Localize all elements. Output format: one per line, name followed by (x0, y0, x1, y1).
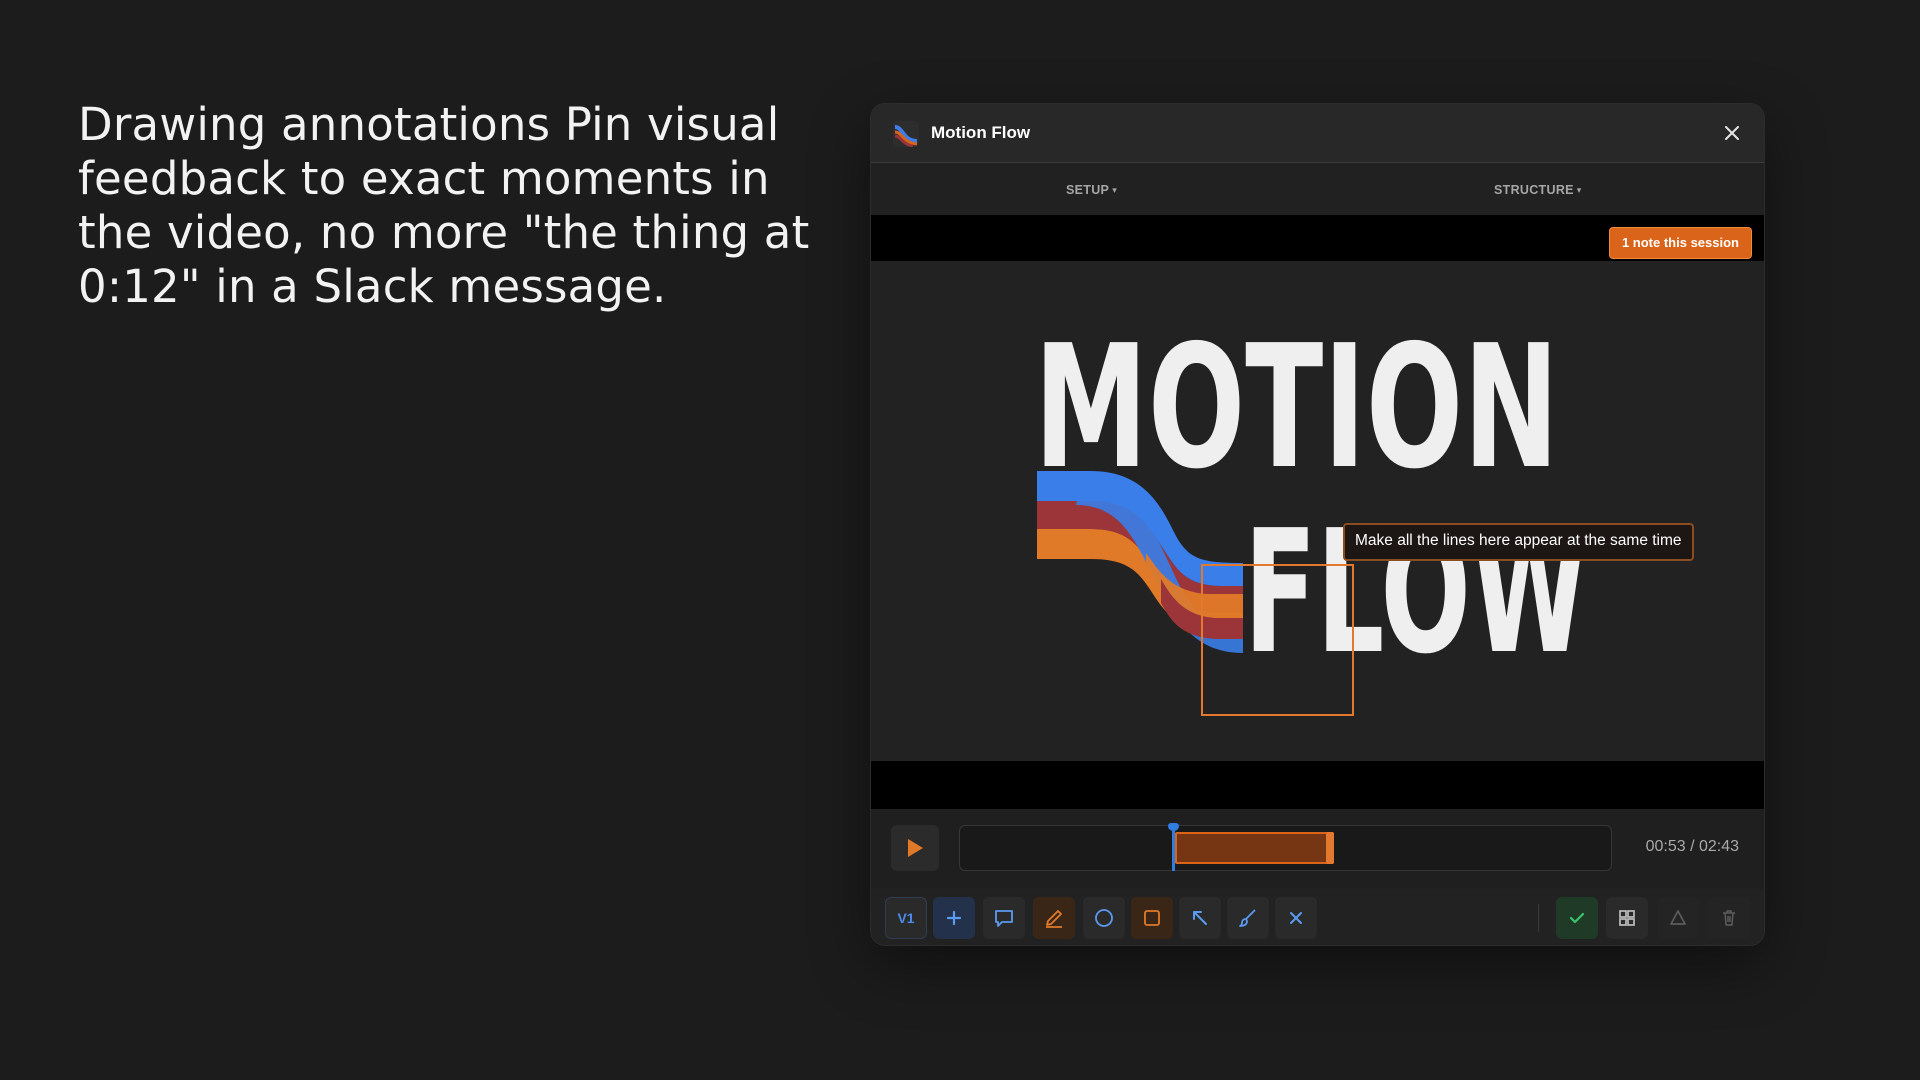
brush-tool-button[interactable] (1227, 897, 1269, 939)
annotation-comment[interactable]: Make all the lines here appear at the sa… (1343, 523, 1694, 561)
close-icon[interactable] (1718, 119, 1746, 147)
range-end-handle[interactable] (1326, 832, 1335, 864)
menu-structure-label: STRUCTURE (1494, 183, 1574, 197)
title-bar: Motion Flow (871, 104, 1764, 163)
version-label: V1 (897, 910, 915, 926)
clear-icon (1290, 912, 1302, 924)
eraser-icon (1670, 910, 1686, 925)
version-button[interactable]: V1 (885, 897, 927, 939)
annotation-toolbar: V1 (871, 889, 1764, 945)
pencil-icon (1046, 910, 1062, 928)
play-button[interactable] (891, 825, 939, 871)
trash-icon (1723, 910, 1735, 926)
add-button[interactable] (933, 897, 975, 939)
app-window: Motion Flow SETUP ▾ STRUCTURE ▾ 1 note thi… (871, 104, 1764, 945)
app-title: Motion Flow (931, 123, 1031, 142)
arrow-tool-button[interactable] (1179, 897, 1221, 939)
motion-flow-logo-icon (893, 121, 919, 147)
video-player[interactable]: 1 note this session MOTION FLOW Make all… (871, 215, 1764, 809)
check-icon (1569, 912, 1585, 924)
circle-tool-button[interactable] (1083, 897, 1125, 939)
menu-setup-label: SETUP (1066, 183, 1110, 197)
arrow-icon (1193, 911, 1207, 925)
comment-tool-button[interactable] (983, 897, 1025, 939)
brush-icon (1239, 909, 1256, 927)
timeline-scrubber[interactable] (959, 823, 1612, 871)
play-icon (908, 839, 923, 857)
menu-bar: SETUP ▾ STRUCTURE ▾ (871, 163, 1764, 215)
square-tool-button[interactable] (1131, 897, 1173, 939)
video-frame[interactable]: MOTION FLOW Make all the lines here appe… (871, 261, 1764, 761)
time-display: 00:53 / 02:43 (1645, 838, 1739, 855)
comment-icon (995, 910, 1013, 927)
annotation-range[interactable] (1174, 832, 1335, 864)
menu-structure[interactable]: STRUCTURE ▾ (1494, 183, 1582, 197)
session-notes-badge[interactable]: 1 note this session (1608, 227, 1752, 259)
approve-button[interactable] (1556, 897, 1598, 939)
circle-icon (1095, 909, 1113, 927)
eraser-button[interactable] (1657, 897, 1699, 939)
playback-controls: 00:53 / 02:43 (871, 809, 1764, 889)
annotation-rectangle[interactable] (1201, 564, 1354, 716)
add-icon (946, 910, 962, 926)
playhead[interactable] (1167, 823, 1179, 871)
chevron-down-icon: ▾ (1112, 185, 1118, 195)
square-icon (1144, 910, 1160, 926)
chevron-down-icon: ▾ (1576, 185, 1582, 195)
toolbar-divider (1538, 904, 1539, 932)
grid-button[interactable] (1606, 897, 1648, 939)
grid-icon (1619, 910, 1635, 926)
clear-tool-button[interactable] (1275, 897, 1317, 939)
menu-setup[interactable]: SETUP ▾ (1066, 183, 1117, 197)
pencil-tool-button[interactable] (1033, 897, 1075, 939)
artwork-word-motion: MOTION (1034, 309, 1559, 507)
delete-button[interactable] (1708, 897, 1750, 939)
headline: Drawing annotations Pin visual feedback … (78, 98, 810, 313)
